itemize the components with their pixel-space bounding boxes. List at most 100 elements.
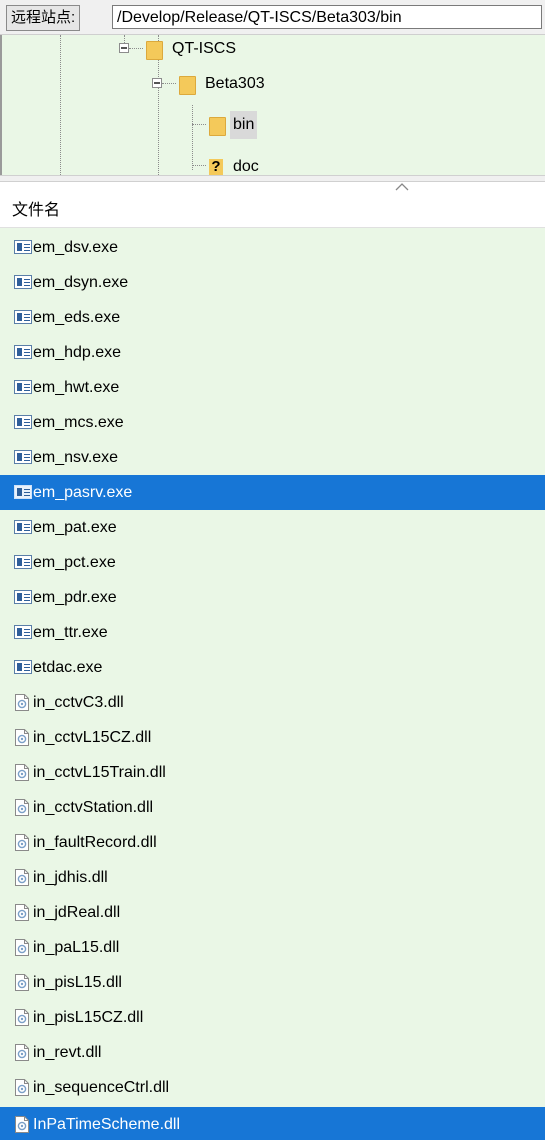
tree-guide-line: [192, 165, 206, 166]
tree-guide-line: [192, 124, 206, 125]
tree-node-label: QT-ISCS: [172, 40, 237, 57]
file-name: in_revt.dll: [33, 1044, 102, 1061]
file-name: em_nsv.exe: [33, 449, 119, 466]
file-name: em_pat.exe: [33, 519, 117, 536]
file-row[interactable]: em_dsyn.exe: [0, 265, 545, 300]
file-row[interactable]: in_sequenceCtrl.dll: [0, 1070, 545, 1105]
dll-icon: [15, 1116, 29, 1133]
file-row[interactable]: em_hdp.exe: [0, 335, 545, 370]
exe-icon: [14, 450, 32, 464]
file-row[interactable]: in_cctvL15CZ.dll: [0, 720, 545, 755]
exe-icon: [14, 625, 32, 639]
remote-site-bar: 远程站点: /Develop/Release/QT-ISCS/Beta303/b…: [0, 0, 545, 35]
exe-icon: [14, 660, 32, 674]
tree-guide-line: [60, 35, 61, 175]
file-name: em_hwt.exe: [33, 379, 120, 396]
file-name: in_sequenceCtrl.dll: [33, 1079, 170, 1096]
exe-icon: [14, 310, 32, 324]
file-row[interactable]: em_dsv.exe: [0, 230, 545, 265]
file-name: em_eds.exe: [33, 309, 121, 326]
file-name: em_dsv.exe: [33, 239, 119, 256]
tree-node-label: bin: [230, 111, 258, 139]
file-row[interactable]: InPaTimeScheme.dll: [0, 1107, 545, 1140]
tree-guide-line: [124, 35, 125, 43]
file-row[interactable]: em_pct.exe: [0, 545, 545, 580]
unknown-folder-icon: ?: [209, 159, 223, 175]
exe-icon: [14, 590, 32, 604]
exe-icon: [14, 345, 32, 359]
exe-icon: [14, 380, 32, 394]
column-header-filename[interactable]: 文件名: [12, 196, 60, 220]
exe-icon: [14, 555, 32, 569]
file-row[interactable]: em_pdr.exe: [0, 580, 545, 615]
file-row[interactable]: em_pat.exe: [0, 510, 545, 545]
remote-file-list[interactable]: em_dsv.exe em_dsyn.exe em_eds.exe em_hdp.ex…: [0, 228, 545, 1140]
collapse-icon[interactable]: [152, 78, 162, 88]
tree-guide-line: [162, 83, 176, 84]
tree-node-label: Beta303: [205, 75, 265, 92]
file-row[interactable]: in_faultRecord.dll: [0, 825, 545, 860]
file-row[interactable]: em_ttr.exe: [0, 615, 545, 650]
file-name: in_cctvStation.dll: [33, 799, 154, 816]
file-row[interactable]: in_pisL15CZ.dll: [0, 1000, 545, 1035]
sort-ascending-icon: [395, 183, 409, 191]
splitter[interactable]: [0, 175, 545, 182]
dll-icon: [15, 904, 29, 921]
file-name: em_pct.exe: [33, 554, 116, 571]
file-row[interactable]: in_cctvL15Train.dll: [0, 755, 545, 790]
dll-icon: [15, 869, 29, 886]
tree-node-label: doc: [233, 158, 259, 175]
dll-icon: [15, 974, 29, 991]
file-name: in_paL15.dll: [33, 939, 120, 956]
remote-path-field[interactable]: /Develop/Release/QT-ISCS/Beta303/bin: [112, 5, 542, 29]
exe-icon: [14, 240, 32, 254]
file-row[interactable]: in_cctvStation.dll: [0, 790, 545, 825]
dll-icon: [15, 1009, 29, 1026]
file-name: em_pasrv.exe: [33, 484, 133, 501]
exe-icon: [14, 275, 32, 289]
file-row[interactable]: etdac.exe: [0, 650, 545, 685]
folder-icon: [209, 117, 226, 136]
file-row[interactable]: em_hwt.exe: [0, 370, 545, 405]
file-name: in_cctvL15Train.dll: [33, 764, 166, 781]
file-row[interactable]: em_nsv.exe: [0, 440, 545, 475]
file-name: in_faultRecord.dll: [33, 834, 157, 851]
dll-icon: [15, 1044, 29, 1061]
exe-icon: [14, 415, 32, 429]
file-name: in_cctvL15CZ.dll: [33, 729, 152, 746]
file-name: in_pisL15CZ.dll: [33, 1009, 144, 1026]
remote-site-label: 远程站点:: [6, 5, 81, 31]
dll-icon: [15, 729, 29, 746]
dll-icon: [15, 764, 29, 781]
file-row[interactable]: in_paL15.dll: [0, 930, 545, 965]
exe-icon: [14, 485, 32, 499]
file-row[interactable]: em_mcs.exe: [0, 405, 545, 440]
file-name: in_jdhis.dll: [33, 869, 108, 886]
file-name: em_hdp.exe: [33, 344, 122, 361]
file-row[interactable]: in_pisL15.dll: [0, 965, 545, 1000]
folder-icon: [179, 76, 196, 95]
dll-icon: [15, 939, 29, 956]
dll-icon: [15, 694, 29, 711]
file-name: em_ttr.exe: [33, 624, 108, 641]
file-name: em_mcs.exe: [33, 414, 124, 431]
file-name: in_jdReal.dll: [33, 904, 121, 921]
file-row[interactable]: in_jdhis.dll: [0, 860, 545, 895]
file-row[interactable]: em_pasrv.exe: [0, 475, 545, 510]
tree-guide-line: [192, 105, 193, 170]
file-name: em_pdr.exe: [33, 589, 117, 606]
file-name: InPaTimeScheme.dll: [33, 1116, 181, 1133]
dll-icon: [15, 834, 29, 851]
remote-directory-tree[interactable]: QT-ISCS Beta303 bin ? doc: [0, 35, 545, 175]
file-row[interactable]: em_eds.exe: [0, 300, 545, 335]
file-row[interactable]: in_cctvC3.dll: [0, 685, 545, 720]
file-name: etdac.exe: [33, 659, 103, 676]
tree-guide-line: [129, 48, 143, 49]
dll-icon: [15, 1079, 29, 1096]
folder-icon: [146, 41, 163, 60]
collapse-icon[interactable]: [119, 43, 129, 53]
file-row[interactable]: in_revt.dll: [0, 1035, 545, 1070]
file-row[interactable]: in_jdReal.dll: [0, 895, 545, 930]
file-list-header: 文件名: [0, 182, 545, 228]
file-name: in_cctvC3.dll: [33, 694, 124, 711]
